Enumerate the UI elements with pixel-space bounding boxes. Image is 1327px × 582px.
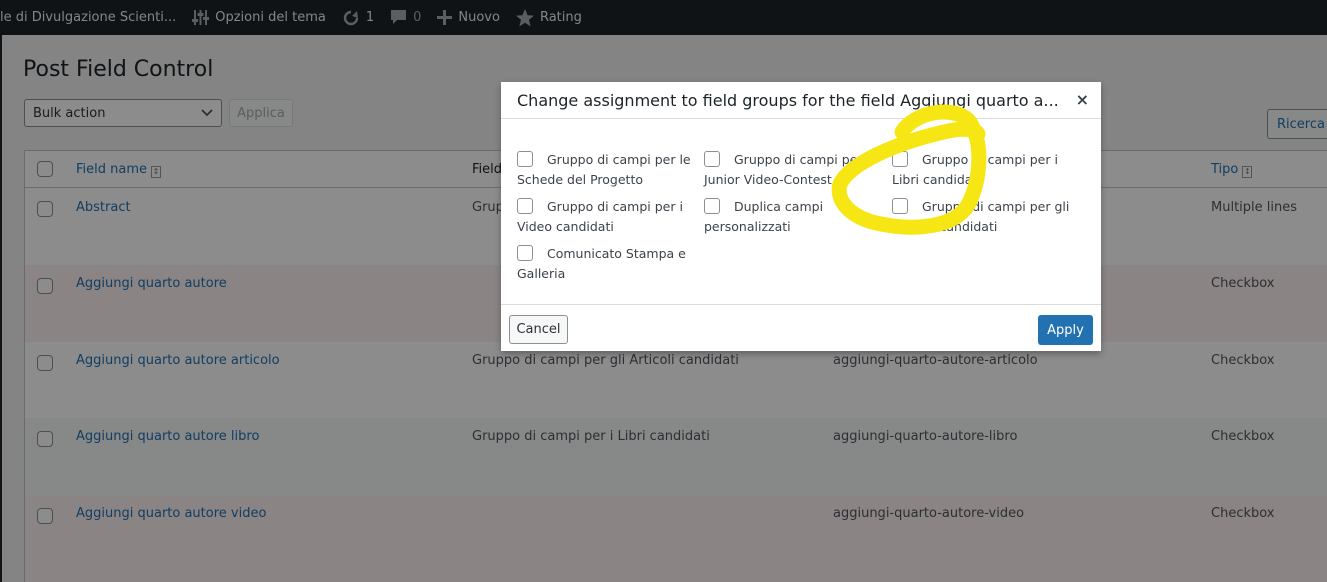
group-checkbox[interactable]: [892, 198, 908, 214]
group-option[interactable]: Duplica campi personalizzati: [704, 197, 879, 237]
group-option-label: Gruppo di campi per i Libri candidati: [892, 152, 1058, 187]
group-option-label: Gruppo di campi per le Schede del Proget…: [517, 152, 691, 187]
cancel-button[interactable]: Cancel: [509, 315, 568, 344]
apply-button[interactable]: Apply: [1038, 315, 1093, 345]
group-option[interactable]: Gruppo di campi per Junior Video-Contest: [704, 150, 879, 190]
group-option[interactable]: Gruppo di campi per gli Articoli candida…: [892, 197, 1087, 237]
dialog-header: Change assignment to field groups for th…: [501, 82, 1101, 119]
group-checkbox[interactable]: [517, 198, 533, 214]
dialog-title: Change assignment to field groups for th…: [517, 91, 1059, 110]
group-option-label: Gruppo di campi per Junior Video-Contest: [704, 152, 863, 187]
group-option-label: Gruppo di campi per gli Articoli candida…: [892, 199, 1070, 234]
group-option-label: Gruppo di campi per i Video candidati: [517, 199, 683, 234]
group-option[interactable]: Gruppo di campi per le Schede del Proget…: [517, 150, 692, 190]
group-checkbox[interactable]: [517, 151, 533, 167]
group-checkbox[interactable]: [704, 151, 720, 167]
group-option[interactable]: Comunicato Stampa e Galleria: [517, 244, 687, 284]
group-option-label: Comunicato Stampa e Galleria: [517, 246, 686, 281]
group-checkbox[interactable]: [517, 245, 533, 261]
group-option[interactable]: Gruppo di campi per i Video candidati: [517, 197, 692, 237]
group-checkbox[interactable]: [704, 198, 720, 214]
field-group-assignment-dialog: Change assignment to field groups for th…: [501, 82, 1101, 351]
group-option-label: Duplica campi personalizzati: [704, 199, 824, 234]
group-checkbox[interactable]: [892, 151, 908, 167]
close-icon[interactable]: ×: [1076, 91, 1089, 109]
group-option[interactable]: Gruppo di campi per i Libri candidati: [892, 150, 1087, 190]
dialog-footer: Cancel Apply: [501, 304, 1101, 351]
